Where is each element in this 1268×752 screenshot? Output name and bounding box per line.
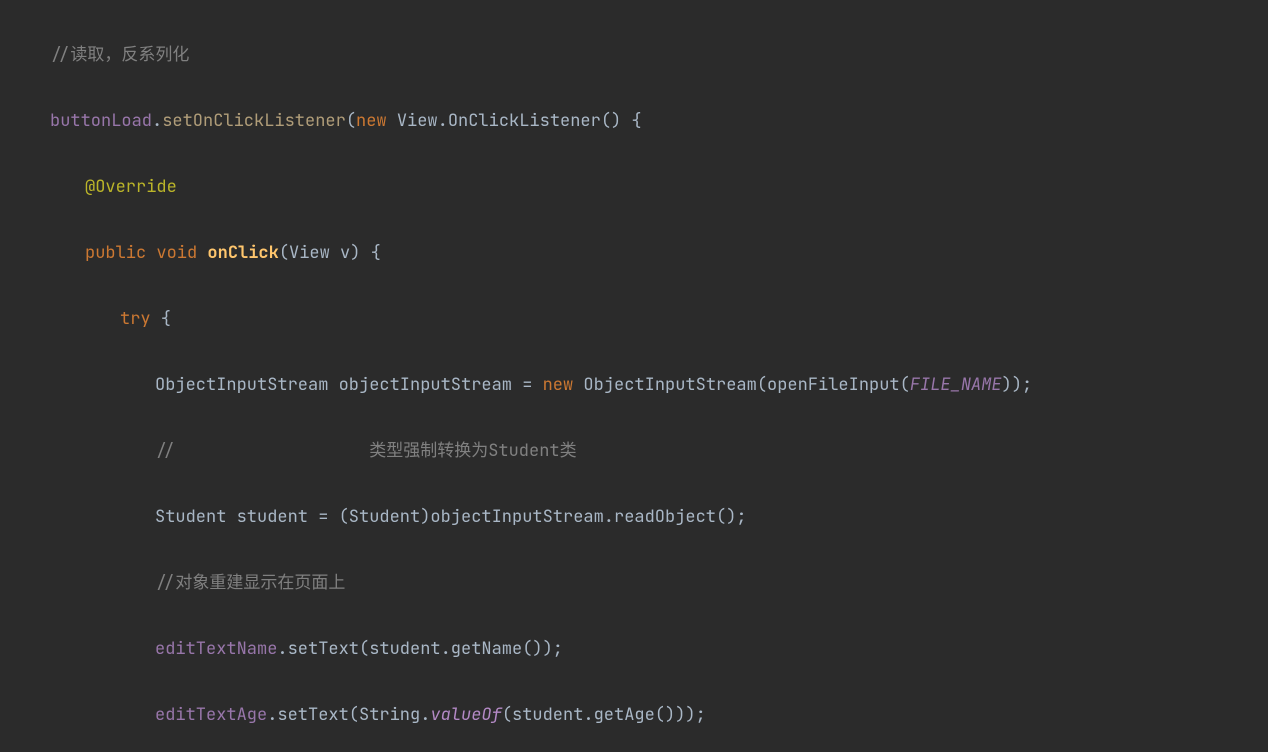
code-line: Student student = (Student)objectInputSt…: [0, 501, 1268, 534]
code-line: try {: [0, 303, 1268, 336]
code-text: .setText(String.: [267, 704, 430, 726]
code-line: ObjectInputStream objectInputStream = ne…: [0, 369, 1268, 402]
code-line: //读取，反系列化: [0, 39, 1268, 72]
punct: .: [152, 110, 162, 132]
code-line: public void onClick(View v) {: [0, 237, 1268, 270]
method-decl: onClick: [207, 242, 278, 264]
punct: {: [151, 308, 171, 330]
keyword: void: [156, 242, 197, 264]
field-ref: buttonLoad: [50, 110, 152, 132]
code-text: .setText(student.getName());: [277, 638, 563, 660]
code-editor[interactable]: //读取，反系列化 buttonLoad.setOnClickListener(…: [0, 0, 1268, 752]
comment: //: [155, 440, 175, 462]
keyword: public: [85, 242, 146, 264]
code-text: View.OnClickListener() {: [387, 110, 642, 132]
comment: //对象重建显示在页面上: [155, 572, 345, 594]
comment: 类型强制转换为Student类: [175, 440, 576, 462]
keyword-new: new: [356, 110, 387, 132]
code-line: editTextName.setText(student.getName());: [0, 633, 1268, 666]
static-call: valueOf: [430, 704, 501, 726]
field-ref: editTextAge: [155, 704, 267, 726]
code-line: @Override: [0, 171, 1268, 204]
code-line: //对象重建显示在页面上: [0, 567, 1268, 600]
method-call: setOnClickListener: [162, 110, 346, 132]
code-line: buttonLoad.setOnClickListener(new View.O…: [0, 105, 1268, 138]
code-text: (student.getAge()));: [502, 704, 706, 726]
constant: FILE_NAME: [910, 374, 1002, 396]
code-text: (View v) {: [279, 242, 381, 264]
code-text: ObjectInputStream(openFileInput(: [573, 374, 910, 396]
code-text: Student student = (Student)objectInputSt…: [155, 506, 747, 528]
field-ref: editTextName: [155, 638, 277, 660]
annotation: @Override: [85, 176, 177, 198]
code-line: editTextAge.setText(String.valueOf(stude…: [0, 699, 1268, 732]
keyword-new: new: [543, 374, 574, 396]
code-line: // 类型强制转换为Student类: [0, 435, 1268, 468]
comment: //读取，反系列化: [50, 44, 189, 66]
keyword-try: try: [120, 308, 151, 330]
punct: ));: [1002, 374, 1033, 396]
code-text: ObjectInputStream objectInputStream =: [155, 374, 543, 396]
punct: (: [346, 110, 356, 132]
